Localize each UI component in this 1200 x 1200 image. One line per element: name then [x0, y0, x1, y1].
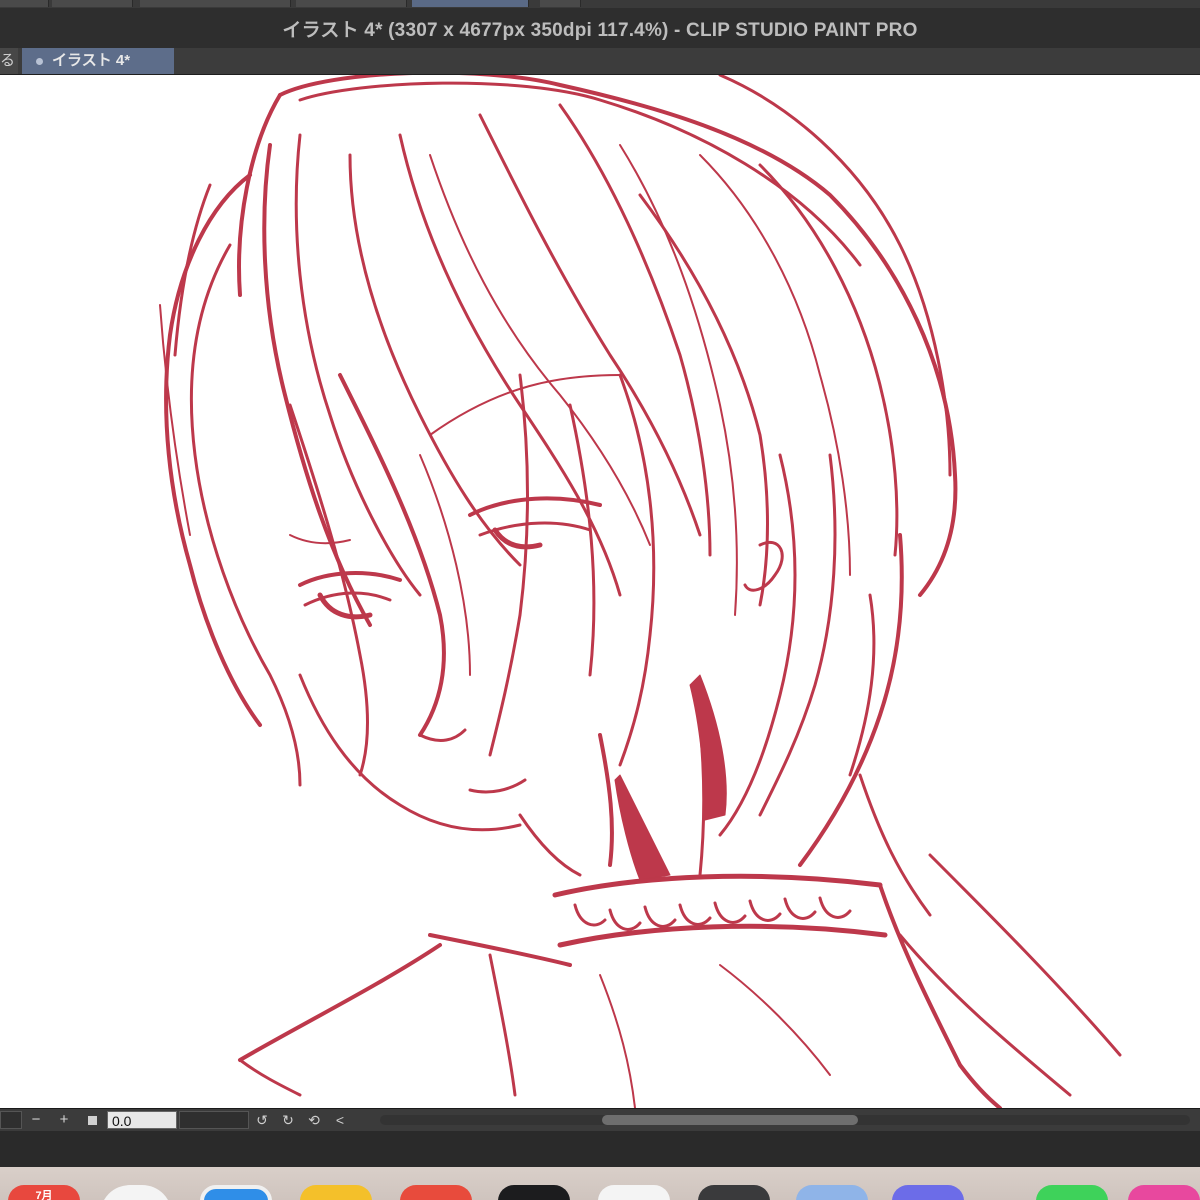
toolbar-segment[interactable] — [52, 0, 133, 7]
dock-reminders-app[interactable] — [400, 1185, 472, 1200]
lower-panel — [0, 1131, 1200, 1167]
dock-app-dark[interactable] — [698, 1185, 770, 1200]
statusbar-blank-field[interactable] — [179, 1111, 249, 1129]
tab-previous-label: る — [0, 52, 16, 69]
canvas-statusbar: − + 0.0 ↺ ↻ ⟲ < — [0, 1108, 1200, 1131]
dock-app-purple[interactable] — [892, 1185, 964, 1200]
dock-app-pink[interactable] — [1128, 1185, 1200, 1200]
horizontal-scrollbar-thumb[interactable] — [602, 1115, 858, 1125]
dock-messages-app[interactable] — [1036, 1185, 1108, 1200]
calendar-month-label: 7月 — [35, 1190, 53, 1200]
toolbar-segment — [590, 0, 1200, 7]
toolbar-segment[interactable] — [540, 0, 581, 7]
dock-notes-app[interactable] — [300, 1185, 372, 1200]
toolbar-segment[interactable] — [0, 0, 49, 7]
dock-preview-app[interactable] — [796, 1185, 868, 1200]
statusbar-left-field — [0, 1111, 22, 1129]
window-title: イラスト 4* (3307 x 4677px 350dpi 117.4%) - … — [282, 19, 918, 41]
sketch-artwork — [159, 75, 1122, 1108]
dock-photos-app[interactable] — [598, 1185, 670, 1200]
rotate-cw-icon[interactable]: ↻ — [275, 1109, 301, 1131]
dock-safari-app[interactable] — [200, 1185, 272, 1200]
zoom-out-button[interactable]: − — [22, 1109, 50, 1131]
rotation-value-field[interactable]: 0.0 — [107, 1111, 177, 1129]
dock-calendar-app[interactable]: 7月 — [8, 1185, 80, 1200]
fit-view-button[interactable] — [88, 1115, 97, 1125]
dock: 7月 — [0, 1167, 1200, 1200]
reset-rotation-icon[interactable]: ⟲ — [301, 1109, 327, 1131]
dock-app-photos-widget[interactable] — [100, 1185, 172, 1200]
unsaved-dot-icon — [36, 57, 43, 65]
drawing-canvas[interactable] — [0, 75, 1200, 1108]
tab-label: イラスト 4* — [52, 52, 131, 69]
document-tab-bar: る イラスト 4* — [0, 48, 1200, 75]
tab-illustration-4[interactable]: イラスト 4* — [22, 48, 174, 74]
window-titlebar: イラスト 4* (3307 x 4677px 350dpi 117.4%) - … — [0, 8, 1200, 48]
dock-clip-studio-app[interactable] — [498, 1185, 570, 1200]
tab-previous[interactable]: る — [0, 48, 18, 74]
rotate-ccw-icon[interactable]: ↺ — [249, 1109, 275, 1131]
horizontal-scrollbar[interactable] — [380, 1115, 1190, 1125]
toolbar-segment[interactable] — [296, 0, 407, 7]
toolbar-segment[interactable] — [140, 0, 291, 7]
zoom-in-button[interactable]: + — [50, 1109, 78, 1131]
collapse-statusbar-button[interactable]: < — [327, 1109, 353, 1131]
toolbar-segment-active[interactable] — [412, 0, 529, 7]
